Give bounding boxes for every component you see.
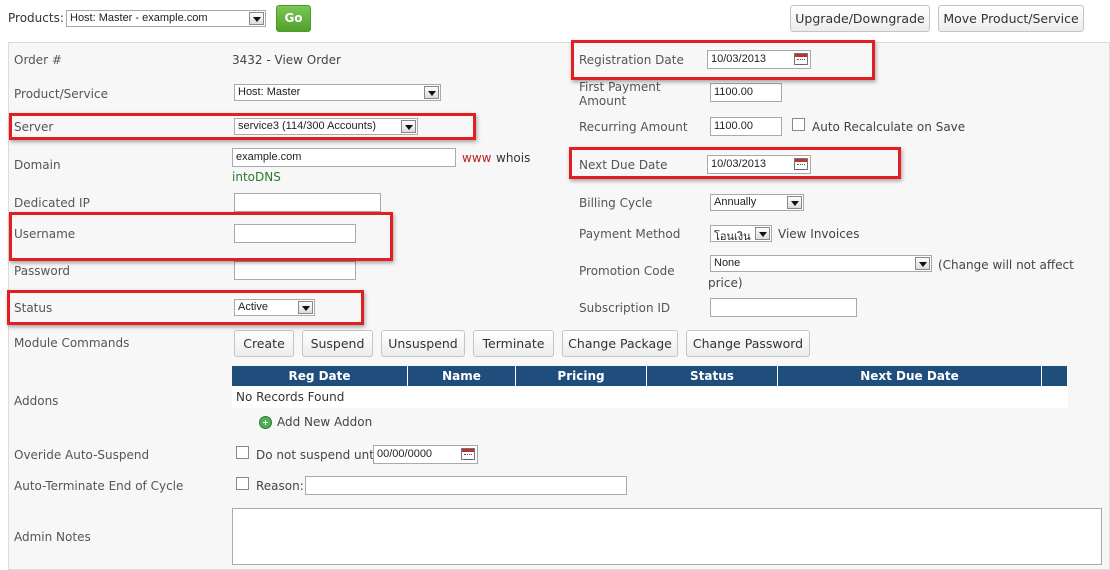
domain-input[interactable]: example.com (232, 148, 456, 167)
first-payment-input[interactable]: 1100.00 (710, 83, 782, 102)
calendar-icon[interactable] (461, 448, 475, 460)
chevron-down-icon (401, 120, 416, 133)
auto-terminate-label: Auto-Terminate End of Cycle (14, 479, 184, 493)
override-date-input[interactable]: 00/00/0000 (373, 445, 478, 464)
products-select-value: Host: Master - example.com (70, 12, 208, 24)
add-new-addon-link[interactable]: Add New Addon (277, 415, 372, 429)
status-label: Status (14, 301, 53, 315)
domain-label: Domain (14, 158, 61, 172)
terminate-button[interactable]: Terminate (473, 330, 554, 357)
payment-method-value: โอนเงิน (714, 231, 751, 242)
chevron-down-icon (249, 12, 264, 25)
go-button[interactable]: Go (276, 5, 311, 32)
payment-method-select[interactable]: โอนเงิน (710, 225, 772, 242)
registration-date-label: Registration Date (579, 53, 684, 67)
dedicated-ip-input[interactable] (234, 193, 381, 212)
override-auto-suspend-label: Overide Auto-Suspend (14, 448, 150, 462)
password-label: Password (14, 264, 71, 278)
dedicated-ip-label: Dedicated IP (14, 196, 90, 210)
registration-date-value: 10/03/2013 (711, 53, 767, 65)
registration-date-input[interactable]: 10/03/2013 (707, 50, 811, 69)
chevron-down-icon (424, 86, 439, 99)
addons-table-header: Reg Date Name Pricing Status Next Due Da… (232, 366, 1068, 386)
auto-recalculate-label: Auto Recalculate on Save (812, 120, 966, 134)
column-status[interactable]: Status (647, 366, 778, 386)
server-label: Server (14, 120, 54, 134)
move-product-button[interactable]: Move Product/Service (938, 5, 1084, 32)
override-auto-suspend-checkbox[interactable] (236, 446, 249, 459)
password-input[interactable] (234, 261, 356, 280)
change-password-button[interactable]: Change Password (686, 330, 810, 357)
add-icon[interactable] (259, 416, 272, 429)
billing-cycle-label: Billing Cycle (579, 196, 653, 210)
admin-notes-textarea[interactable] (232, 508, 1102, 565)
subscription-id-label: Subscription ID (579, 301, 671, 315)
auto-recalculate-checkbox[interactable] (792, 118, 805, 131)
first-payment-label: First Payment Amount (579, 80, 661, 108)
unsuspend-button[interactable]: Unsuspend (381, 330, 465, 357)
order-number-label: Order # (14, 53, 62, 67)
intodns-link[interactable]: intoDNS (232, 170, 281, 184)
upgrade-downgrade-button[interactable]: Upgrade/Downgrade (790, 5, 930, 32)
override-auto-suspend-text: Do not suspend until (256, 448, 381, 462)
order-number-value: 3432 - View Order (232, 53, 341, 67)
next-due-date-value: 10/03/2013 (711, 158, 767, 170)
product-service-label: Product/Service (14, 87, 108, 101)
product-service-value: Host: Master (238, 86, 301, 98)
view-invoices-link[interactable]: View Invoices (778, 227, 859, 241)
chevron-down-icon (298, 301, 313, 314)
column-action-1 (1042, 366, 1068, 386)
promotion-code-note: (Change will not affect price) (708, 258, 1074, 290)
billing-cycle-value: Annually (714, 196, 757, 208)
calendar-icon[interactable] (794, 53, 808, 65)
column-name[interactable]: Name (408, 366, 516, 386)
next-due-date-label: Next Due Date (579, 158, 668, 172)
payment-method-label: Payment Method (579, 227, 681, 241)
reason-input[interactable] (305, 476, 627, 495)
billing-cycle-select[interactable]: Annually (710, 194, 804, 211)
reason-label: Reason: (256, 479, 304, 493)
username-label: Username (14, 227, 76, 241)
product-service-select[interactable]: Host: Master (234, 84, 441, 101)
promotion-code-label: Promotion Code (579, 264, 675, 278)
addons-table: Reg Date Name Pricing Status Next Due Da… (232, 366, 1068, 408)
addons-empty-row: No Records Found (232, 386, 1068, 408)
column-next-due-date[interactable]: Next Due Date (778, 366, 1042, 386)
module-commands-label: Module Commands (14, 336, 130, 350)
column-pricing[interactable]: Pricing (516, 366, 647, 386)
whois-link[interactable]: whois (496, 151, 530, 165)
change-package-button[interactable]: Change Package (562, 330, 678, 357)
products-label: Products: (8, 11, 64, 25)
status-value: Active (238, 301, 268, 313)
auto-terminate-checkbox[interactable] (236, 477, 249, 490)
chevron-down-icon (787, 196, 802, 209)
subscription-id-input[interactable] (710, 298, 857, 317)
recurring-amount-label: Recurring Amount (579, 120, 688, 134)
calendar-icon[interactable] (794, 158, 808, 170)
www-link[interactable]: www (462, 151, 491, 165)
products-select[interactable]: Host: Master - example.com (66, 10, 266, 27)
chevron-down-icon (755, 227, 770, 240)
recurring-amount-input[interactable]: 1100.00 (710, 117, 782, 136)
username-input[interactable] (234, 224, 356, 243)
admin-notes-label: Admin Notes (14, 530, 91, 544)
top-toolbar: Products: Host: Master - example.com Go … (0, 0, 1110, 40)
override-date-value: 00/00/0000 (377, 448, 433, 460)
server-value: service3 (114/300 Accounts) (238, 120, 376, 132)
suspend-button[interactable]: Suspend (302, 330, 373, 357)
next-due-date-input[interactable]: 10/03/2013 (707, 155, 811, 174)
column-reg-date[interactable]: Reg Date (232, 366, 408, 386)
status-select[interactable]: Active (234, 299, 315, 316)
create-button[interactable]: Create (234, 330, 294, 357)
addons-label: Addons (14, 394, 59, 408)
server-select[interactable]: service3 (114/300 Accounts) (234, 118, 418, 135)
